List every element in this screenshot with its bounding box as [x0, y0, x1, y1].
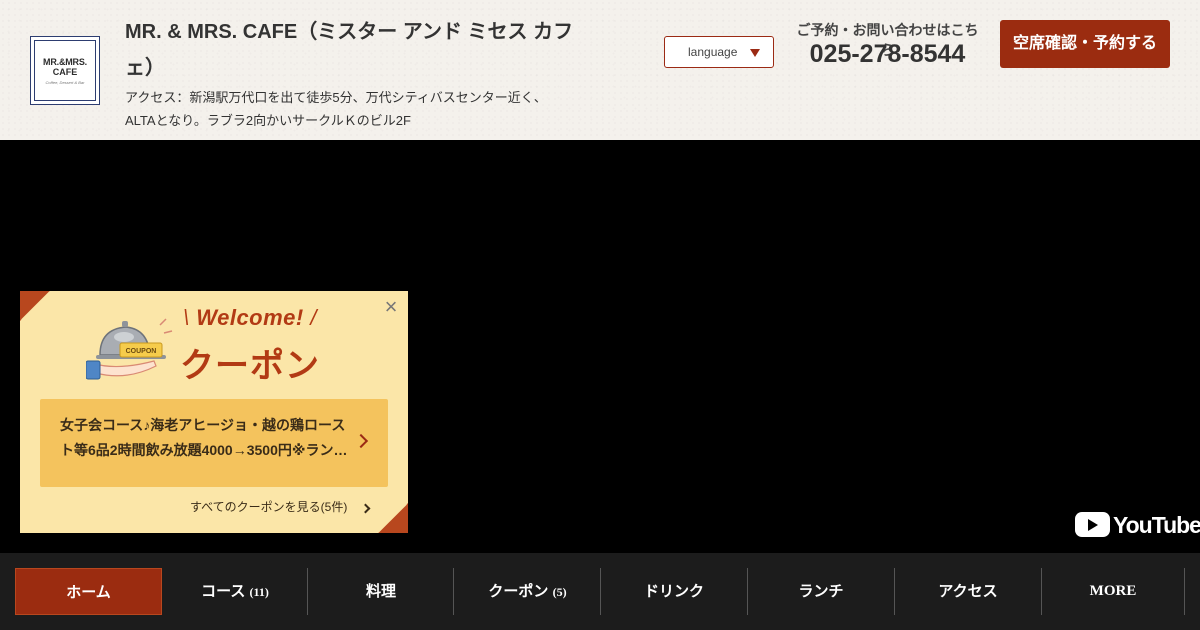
coupon-popup: × COUPON \ Welcome! / クーポン 女子会コース♪海老アヒージ…	[20, 291, 408, 533]
tel-number[interactable]: 025-278-8544	[790, 40, 985, 69]
nav-item-label: ランチ	[798, 583, 844, 600]
nav-item-label: コース	[201, 583, 246, 600]
nav-item-label: ホーム	[66, 584, 111, 601]
nav-item-label: アクセス	[938, 583, 998, 600]
play-triangle-icon	[1088, 519, 1098, 531]
nav-divider	[1184, 568, 1185, 615]
caret-down-icon	[750, 49, 760, 57]
nav-item-label: クーポン	[488, 583, 549, 600]
youtube-play-icon	[1075, 512, 1110, 537]
logo-text-line2: CAFE	[52, 66, 78, 77]
reserve-button[interactable]: 空席確認・予約する	[1000, 20, 1170, 68]
coupon-item-text: 女子会コース♪海老アヒージョ・越の鶏ロースト等6品2時間飲み放題4000→350…	[60, 417, 348, 458]
coupon-badge-text: COUPON	[126, 348, 157, 355]
welcome-text: Welcome!	[196, 305, 304, 330]
coupon-item[interactable]: 女子会コース♪海老アヒージョ・越の鶏ロースト等6品2時間飲み放題4000→350…	[40, 399, 388, 487]
youtube-wordmark: YouTube	[1113, 512, 1200, 538]
language-select-label: language	[688, 45, 738, 59]
welcome-heading: \ Welcome! /	[183, 305, 317, 331]
nav-item-label: MORE	[1089, 583, 1137, 599]
nav-item-more[interactable]: MORE	[1042, 568, 1184, 615]
welcome-slash-right: /	[303, 305, 317, 330]
youtube-logo[interactable]: YouTube	[1075, 511, 1200, 538]
nav-item-drink[interactable]: ドリンク	[601, 568, 747, 615]
global-nav: ホーム コース (11) 料理 クーポン (5) ドリンク ランチ アクセス M…	[0, 553, 1200, 630]
language-select[interactable]: language	[664, 36, 774, 68]
nav-item-coupon[interactable]: クーポン (5)	[454, 568, 601, 615]
shop-name: MR. & MRS. CAFE（ミスター アンド ミセス カフェ）	[125, 21, 574, 79]
site-header: MR.&MRS. CAFE Coffee, Dessert & Bar MR. …	[0, 0, 1200, 140]
welcome-slash-left: \	[183, 305, 197, 330]
nav-item-home[interactable]: ホーム	[15, 568, 162, 615]
close-icon[interactable]: ×	[381, 296, 401, 318]
logo-text-line3: Coffee, Dessert & Bar	[45, 79, 85, 85]
nav-item-lunch[interactable]: ランチ	[748, 568, 894, 615]
nav-item-count: (11)	[249, 585, 269, 599]
nav-item-food[interactable]: 料理	[308, 568, 454, 615]
nav-item-access[interactable]: アクセス	[895, 568, 1041, 615]
logo-text-line1: MR.&MRS.	[43, 56, 87, 67]
coupon-title: クーポン	[180, 347, 320, 385]
nav-item-count: (5)	[552, 585, 567, 599]
chevron-right-icon	[353, 433, 369, 449]
access-info: アクセス：新潟駅万代口を出て徒歩5分、万代シティバスセンター近く、ALTAとなり…	[125, 90, 547, 128]
shop-logo[interactable]: MR.&MRS. CAFE Coffee, Dessert & Bar	[30, 36, 100, 105]
nav-item-course[interactable]: コース (11)	[162, 568, 308, 615]
cloche-hand-icon: COUPON	[86, 318, 173, 380]
nav-item-label: 料理	[365, 583, 396, 600]
logo-frame: MR.&MRS. CAFE Coffee, Dessert & Bar	[34, 40, 96, 101]
chevron-right-icon	[360, 503, 371, 514]
nav-item-label: ドリンク	[643, 583, 704, 600]
all-coupons-link[interactable]: すべてのクーポンを見る(5件)	[190, 498, 347, 515]
